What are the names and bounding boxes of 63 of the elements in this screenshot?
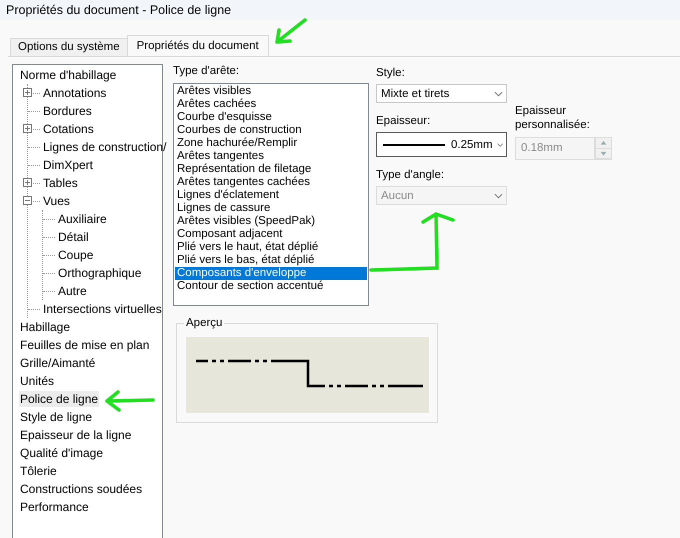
field-label: Epaisseur:	[376, 114, 432, 128]
tree-item[interactable]: Grille/Aimanté	[19, 355, 96, 371]
list-item[interactable]: Arêtes tangentes cachées	[175, 176, 367, 189]
group-label: Aperçu	[184, 317, 224, 330]
line-sample-icon	[383, 144, 445, 146]
dropdown-value: Mixte et tirets	[381, 88, 450, 100]
tree-item[interactable]: Norme d'habillage	[19, 67, 118, 83]
tab[interactable]: Propriétés du document	[126, 35, 269, 56]
tree-item[interactable]: DimXpert	[42, 157, 94, 173]
tree-item[interactable]: Epaisseur de la ligne	[19, 427, 132, 443]
list-item[interactable]: Composant adjacent	[175, 228, 367, 241]
tree-item[interactable]: Autre	[57, 283, 88, 299]
tree-item[interactable]: Intersections virtuelles	[42, 301, 163, 317]
tree-item[interactable]: Détail	[57, 229, 90, 245]
list-item[interactable]: Courbe d'esquisse	[175, 111, 367, 124]
tree-item[interactable]: Style de ligne	[19, 409, 94, 425]
caret-icon	[494, 192, 503, 198]
list-item[interactable]: Plié vers le bas, état déplié	[175, 254, 367, 267]
tree-item[interactable]: Constructions soudées	[19, 481, 144, 497]
tree-item[interactable]: Unités	[19, 373, 56, 389]
window-title: Propriétés du document - Police de ligne	[6, 3, 232, 17]
list-item[interactable]: Arêtes visibles	[175, 85, 367, 98]
tree-item[interactable]: Qualité d'image	[19, 445, 104, 461]
tree-item[interactable]: Auxiliaire	[57, 211, 108, 227]
tree-item[interactable]: Habillage	[19, 319, 72, 335]
tab[interactable]: Options du système	[10, 38, 128, 56]
list-item[interactable]: Arêtes tangentes	[175, 150, 367, 163]
dropdown-value: Aucun	[381, 190, 415, 202]
field-label: Epaisseur personnalisée:	[515, 104, 591, 132]
style-dropdown[interactable]: Mixte et tirets	[376, 84, 507, 103]
tree-item[interactable]: Feuilles de mise en plan	[19, 337, 150, 353]
tree-item[interactable]: Lignes de construction/	[42, 139, 168, 155]
tree-item[interactable]: Coupe	[57, 247, 94, 263]
field-label: Type d'angle:	[376, 168, 446, 182]
list-item[interactable]: Composants d'enveloppe	[175, 267, 367, 280]
field-label: Style:	[376, 66, 406, 80]
list-item[interactable]: Lignes de cassure	[175, 202, 367, 215]
tree-item[interactable]: Cotations	[42, 121, 95, 137]
tree-item[interactable]: Tôlerie	[19, 463, 58, 479]
collapse-icon[interactable]	[23, 196, 32, 205]
caret-icon	[496, 142, 503, 148]
tree-item[interactable]: Bordures	[42, 103, 93, 119]
expand-icon[interactable]	[23, 88, 32, 97]
list-item[interactable]: Arêtes cachées	[175, 98, 367, 111]
caret-icon	[494, 90, 503, 96]
list-item[interactable]: Arêtes visibles (SpeedPak)	[175, 215, 367, 228]
dropdown-value: 0.25mm	[451, 138, 493, 150]
tree-item[interactable]: Police de ligne	[19, 391, 100, 407]
field-label: Type d'arête:	[173, 64, 240, 78]
tree-item[interactable]: Vues	[42, 193, 71, 209]
expand-icon[interactable]	[23, 178, 32, 187]
list-item[interactable]: Courbes de construction	[175, 124, 367, 137]
list-item[interactable]: Contour de section accentué	[175, 280, 367, 293]
list-item[interactable]: Plié vers le haut, état déplié	[175, 241, 367, 254]
list-item[interactable]: Zone hachurée/Remplir	[175, 137, 367, 150]
expand-icon[interactable]	[23, 124, 32, 133]
list-item[interactable]: Représentation de filetage	[175, 163, 367, 176]
tree-item[interactable]: Orthographique	[57, 265, 142, 281]
tree-item[interactable]: Tables	[42, 175, 79, 191]
tree-item[interactable]: Performance	[19, 499, 90, 515]
list-item[interactable]: Lignes d'éclatement	[175, 189, 367, 202]
thickness-dropdown[interactable]: 0.25mm	[376, 132, 507, 157]
tree-item[interactable]: Annotations	[42, 85, 108, 101]
